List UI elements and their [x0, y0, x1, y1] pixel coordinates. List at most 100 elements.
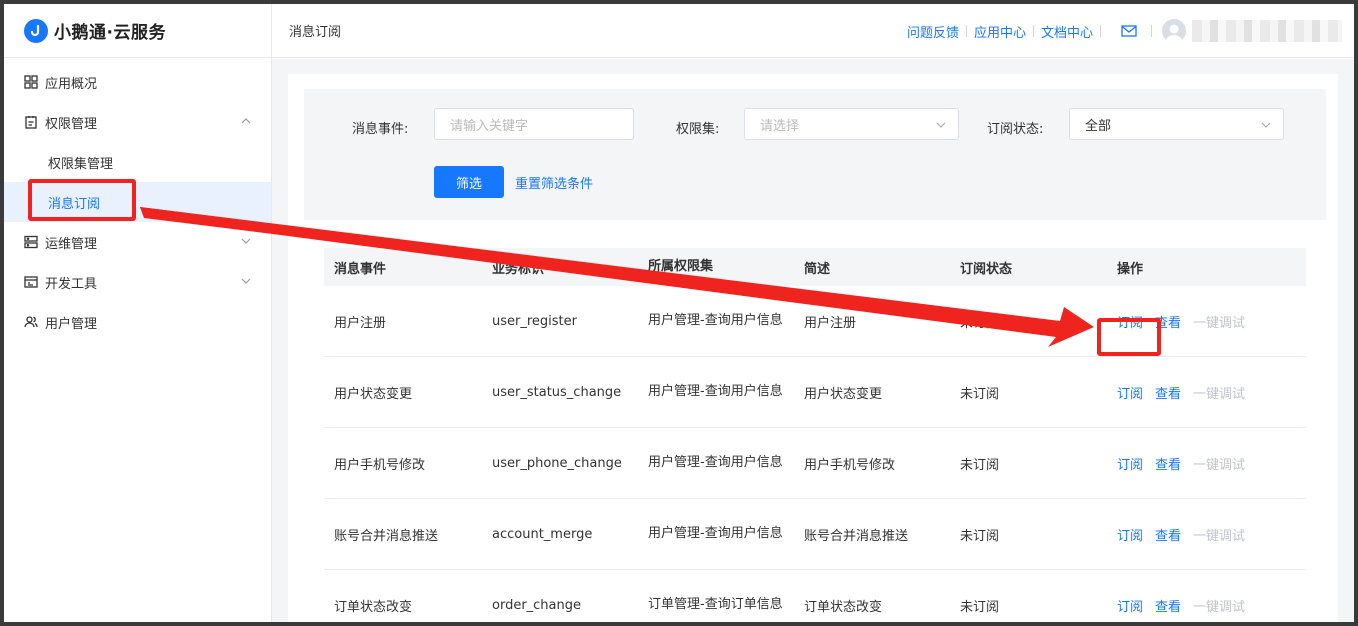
sidebar-item-operations[interactable]: 运维管理: [4, 222, 271, 262]
sidebar-item-label: 权限管理: [45, 116, 98, 132]
table-row: 用户手机号修改 user_phone_change 用户管理-查询用户信息 用户…: [324, 428, 1306, 499]
feedback-link[interactable]: 问题反馈: [900, 22, 966, 41]
top-header: 消息订阅 问题反馈 应用中心 文档中心: [272, 4, 1354, 58]
sidebar-item-permissions[interactable]: 权限管理: [4, 102, 271, 142]
view-link[interactable]: 查看: [1155, 383, 1181, 402]
divider: [1100, 25, 1101, 37]
sidebar-item-label: 应用概况: [45, 76, 98, 92]
debug-link: 一键调试: [1193, 528, 1246, 544]
column-header: 消息事件: [334, 261, 387, 277]
user-name-blurred[interactable]: [1192, 20, 1342, 42]
divider: [1151, 25, 1152, 37]
tools-icon: [24, 275, 38, 289]
event-cell: 订单状态改变: [334, 599, 413, 615]
subscribe-link[interactable]: 订阅: [1117, 596, 1143, 615]
description-cell: 用户注册: [804, 315, 857, 331]
actions-cell: 订阅 查看 一键调试: [1107, 596, 1306, 615]
status-cell: 未订阅: [960, 528, 1000, 544]
chevron-down-icon: [241, 275, 251, 285]
brand-name: 小鹅通·云服务: [54, 23, 166, 43]
breadcrumb: 消息订阅: [289, 25, 342, 40]
debug-link: 一键调试: [1193, 386, 1246, 402]
sidebar-item-label: 运维管理: [45, 236, 98, 252]
sidebar-item-label: 权限集管理: [48, 156, 114, 172]
permission-cell: 订单管理-查询订单信息: [648, 597, 783, 612]
event-filter-label: 消息事件:: [352, 122, 409, 137]
sidebar-item-label: 用户管理: [45, 316, 98, 332]
description-cell: 账号合并消息推送: [804, 528, 909, 544]
mail-icon[interactable]: [1121, 25, 1137, 37]
subscribe-link[interactable]: 订阅: [1117, 454, 1143, 473]
filter-bar: 消息事件: 请输入关键字 权限集: 请选择 订阅状态: 全部 筛选 重置筛选条件: [304, 89, 1326, 220]
permission-cell: 用户管理-查询用户信息: [648, 313, 783, 328]
debug-link: 一键调试: [1193, 599, 1246, 615]
description-cell: 订单状态改变: [804, 599, 883, 615]
annotation-highlight-sidebar: [28, 179, 136, 221]
actions-cell: 订阅 查看 一键调试: [1107, 454, 1306, 473]
permission-cell: 用户管理-查询用户信息: [648, 455, 783, 470]
event-cell: 账号合并消息推送: [334, 528, 439, 544]
server-icon: [24, 235, 38, 249]
brand-logo-icon: [24, 18, 48, 43]
permission-cell: 用户管理-查询用户信息: [648, 526, 783, 541]
avatar[interactable]: [1162, 19, 1186, 43]
status-cell: 未订阅: [960, 457, 1000, 473]
column-header: 订阅状态: [960, 261, 1013, 277]
event-cell: 用户状态变更: [334, 386, 413, 402]
permission-set-select[interactable]: 请选择: [744, 108, 959, 140]
reset-filters-link[interactable]: 重置筛选条件: [515, 173, 593, 192]
table-header: 消息事件 业务标识 所属权限集 简述 订阅状态 操作: [324, 248, 1306, 286]
table-row: 账号合并消息推送 account_merge 用户管理-查询用户信息 账号合并消…: [324, 499, 1306, 570]
key-cell: user_status_change: [492, 384, 622, 400]
column-header: 简述: [804, 261, 831, 277]
users-icon: [24, 315, 38, 329]
debug-link: 一键调试: [1193, 457, 1246, 473]
subscribe-link[interactable]: 订阅: [1117, 383, 1143, 402]
actions-cell: 订阅 查看 一键调试: [1107, 525, 1306, 544]
key-cell: account_merge: [492, 526, 593, 542]
sidebar-item-overview[interactable]: 应用概况: [4, 62, 271, 102]
chevron-down-icon: [936, 119, 946, 129]
table-row: 用户状态变更 user_status_change 用户管理-查询用户信息 用户…: [324, 357, 1306, 428]
clipboard-icon: [24, 115, 38, 129]
status-filter-label: 订阅状态:: [987, 122, 1044, 137]
chevron-down-icon: [241, 235, 251, 245]
app-center-link[interactable]: 应用中心: [967, 22, 1033, 41]
chevron-down-icon: [1261, 119, 1271, 129]
subscription-table: 消息事件 业务标识 所属权限集 简述 订阅状态 操作 用户注册 user_reg…: [324, 248, 1306, 622]
column-header: 业务标识: [492, 261, 545, 277]
sidebar: 小鹅通·云服务 应用概况 权限管理 权限集管理 消息订阅 运维管理 开发工具 用…: [4, 4, 272, 622]
description-cell: 用户手机号修改: [804, 457, 896, 473]
view-link[interactable]: 查看: [1155, 454, 1181, 473]
sidebar-item-users[interactable]: 用户管理: [4, 302, 271, 342]
description-cell: 用户状态变更: [804, 386, 883, 402]
subscribe-link[interactable]: 订阅: [1117, 525, 1143, 544]
sidebar-item-permission-sets[interactable]: 权限集管理: [4, 142, 271, 182]
table-row: 订单状态改变 order_change 订单管理-查询订单信息 订单状态改变 未…: [324, 570, 1306, 622]
actions-cell: 订阅 查看 一键调试: [1107, 383, 1306, 402]
sidebar-item-label: 开发工具: [45, 276, 98, 292]
filter-button[interactable]: 筛选: [434, 166, 504, 198]
annotation-highlight-subscribe: [1097, 318, 1161, 356]
event-search-placeholder: 请输入关键字: [450, 118, 529, 134]
permission-set-placeholder: 请选择: [760, 118, 800, 134]
status-select-value: 全部: [1085, 118, 1112, 134]
permission-set-filter-label: 权限集:: [676, 122, 720, 137]
chevron-up-icon: [241, 115, 251, 125]
view-link[interactable]: 查看: [1155, 525, 1181, 544]
event-search-input[interactable]: 请输入关键字: [434, 108, 634, 140]
permission-cell: 用户管理-查询用户信息: [648, 384, 783, 399]
sidebar-item-dev-tools[interactable]: 开发工具: [4, 262, 271, 302]
main-content: 消息事件: 请输入关键字 权限集: 请选择 订阅状态: 全部 筛选 重置筛选条件…: [272, 59, 1354, 622]
key-cell: user_phone_change: [492, 455, 622, 471]
status-select[interactable]: 全部: [1069, 108, 1284, 140]
brand-logo[interactable]: 小鹅通·云服务: [4, 4, 271, 58]
status-cell: 未订阅: [960, 386, 1000, 402]
column-header: 操作: [1117, 261, 1144, 277]
docs-center-link[interactable]: 文档中心: [1034, 22, 1100, 41]
view-link[interactable]: 查看: [1155, 596, 1181, 615]
header-links: 问题反馈 应用中心 文档中心: [900, 4, 1354, 58]
debug-link: 一键调试: [1193, 315, 1246, 331]
column-header: 所属权限集: [648, 259, 714, 274]
app-window: 小鹅通·云服务 应用概况 权限管理 权限集管理 消息订阅 运维管理 开发工具 用…: [4, 4, 1354, 622]
